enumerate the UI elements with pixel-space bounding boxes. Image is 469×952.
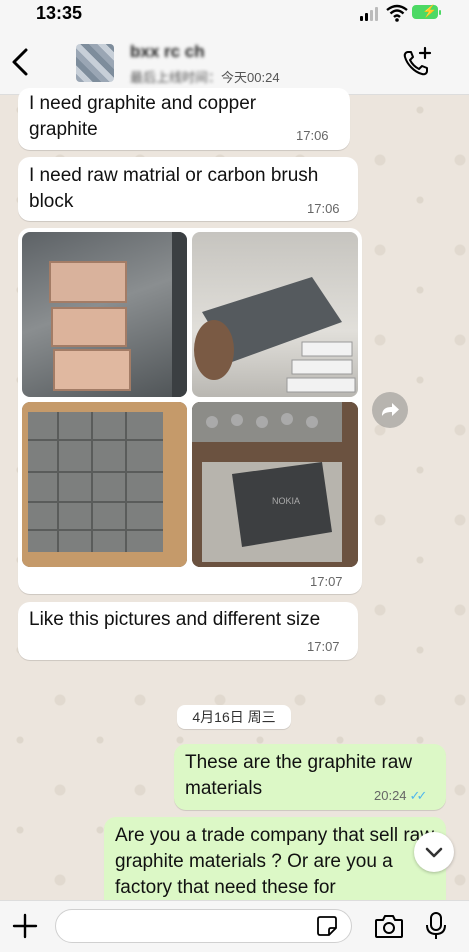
status-bar: 13:35 ⚡ bbox=[0, 0, 469, 30]
message-input-field[interactable] bbox=[55, 909, 352, 943]
wifi-icon bbox=[386, 4, 408, 22]
status-time: 13:35 bbox=[36, 3, 83, 23]
date-separator: 4月16日 周三 bbox=[177, 705, 291, 729]
message-time: 17:07 bbox=[307, 639, 340, 654]
message-time-value: 20:24 bbox=[374, 788, 407, 803]
mic-icon[interactable] bbox=[424, 911, 448, 941]
plus-icon[interactable] bbox=[12, 913, 38, 939]
message-bubble-outgoing[interactable]: These are the graphite raw materials 20:… bbox=[174, 744, 446, 810]
last-seen-value: 今天00:24 bbox=[221, 70, 280, 85]
photo-album-bubble[interactable]: NOKIA 17:07 bbox=[18, 228, 362, 594]
message-time: 17:07 bbox=[310, 574, 343, 589]
message-bubble-incoming[interactable]: I need raw matrial or carbon brush block… bbox=[18, 157, 358, 221]
message-time: 17:06 bbox=[307, 201, 340, 216]
battery-icon: ⚡ bbox=[412, 4, 441, 19]
read-ticks-icon: ✓✓ bbox=[409, 788, 428, 803]
contact-name[interactable]: bxx rc ch bbox=[130, 42, 205, 62]
signal-icon bbox=[360, 7, 378, 21]
message-text: I need raw matrial or carbon brush block bbox=[29, 165, 319, 212]
message-bubble-incoming[interactable]: Like this pictures and different size 17… bbox=[18, 602, 358, 660]
photo-tile[interactable] bbox=[22, 232, 187, 397]
photo-tile[interactable] bbox=[192, 232, 358, 397]
chat-header: bxx rc ch 最后上线时间：今天00:24 bbox=[0, 30, 469, 95]
message-bubble-incoming[interactable]: I need graphite and copper graphite 17:0… bbox=[18, 88, 350, 150]
back-chevron-icon[interactable] bbox=[6, 44, 36, 80]
forward-icon[interactable] bbox=[372, 392, 408, 428]
message-text: I need graphite and copper graphite bbox=[29, 93, 257, 140]
chevron-down-icon bbox=[425, 847, 443, 858]
photo-tile[interactable]: NOKIA bbox=[192, 402, 358, 567]
message-time: 17:06 bbox=[296, 128, 329, 143]
add-call-icon[interactable] bbox=[400, 46, 434, 80]
last-seen: 最后上线时间：今天00:24 bbox=[130, 67, 280, 86]
sticker-icon[interactable] bbox=[316, 915, 338, 937]
message-input[interactable] bbox=[68, 910, 322, 942]
message-text: Are you a trade company that sell raw gr… bbox=[115, 825, 434, 898]
message-text: Like this pictures and different size bbox=[29, 609, 321, 630]
photo-box-label: NOKIA bbox=[272, 496, 300, 506]
scroll-down-button[interactable] bbox=[414, 832, 454, 872]
last-seen-prefix: 最后上线时间： bbox=[130, 70, 222, 85]
camera-icon[interactable] bbox=[374, 913, 404, 939]
message-time: 20:24 ✓✓ bbox=[374, 788, 428, 804]
avatar[interactable] bbox=[76, 44, 114, 82]
input-bar bbox=[0, 900, 469, 952]
photo-tile[interactable] bbox=[22, 402, 187, 567]
